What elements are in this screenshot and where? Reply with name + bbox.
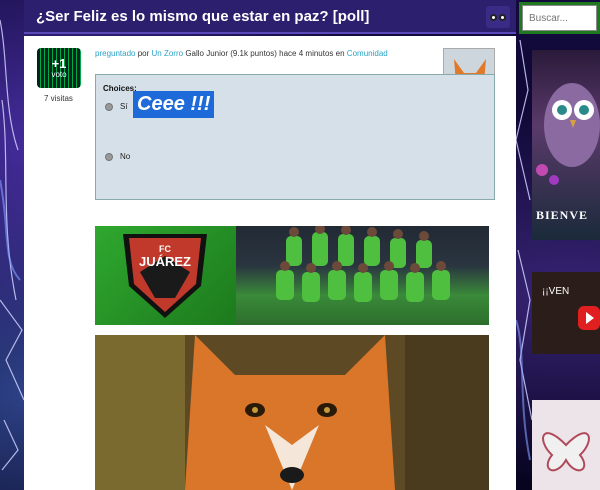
fc-juarez-banner[interactable]: FC JUÁREZ [95,226,489,325]
promo-ad[interactable]: ¡¡VEN [532,272,600,354]
radio-button[interactable] [105,152,113,161]
poll-option-si[interactable]: Sí [105,102,128,111]
search-input[interactable] [522,5,597,31]
right-sidebar: BIENVE ¡¡VEN [532,50,600,490]
welcome-ad[interactable]: BIENVE [532,50,600,240]
fc-juarez-crest-icon: FC JUÁREZ [123,234,207,318]
asked-link[interactable]: preguntado [95,49,135,58]
owl-illustration-icon [536,83,600,185]
in-label: en [335,49,345,58]
butterfly-icon [542,432,590,472]
search-box [519,2,600,34]
radio-button[interactable] [105,102,113,111]
question-header: ¿Ser Feliz es lo mismo que estar en paz?… [24,0,516,34]
team-photo [236,226,489,325]
question-panel: +1 voto 7 visitas preguntado por Un Zorr… [24,36,516,490]
vote-label: voto [51,70,67,79]
crest-area: FC JUÁREZ [95,226,236,325]
by-label: por [137,49,150,58]
poll-heading: Choices: [103,84,137,93]
poll-option-label: Sí [120,102,128,111]
page-title: ¿Ser Feliz es lo mismo que estar en paz?… [36,7,370,25]
time-ago: hace 4 minutos [279,49,334,58]
ceee-sticker: Ceee !!! [133,91,215,118]
crest-fc: FC [159,244,171,254]
play-icon [578,306,600,330]
poll-option-no[interactable]: No [105,152,130,161]
poll-box: Choices: Sí Ceee !!! No [95,74,495,200]
crest-name: JUÁREZ [139,254,191,269]
author-link[interactable]: Un Zorro [152,49,184,58]
owl-icon[interactable] [486,6,510,28]
category-link[interactable]: Comunidad [347,49,388,58]
fox-photo [95,335,489,490]
welcome-ad-text: BIENVE [536,208,589,222]
author-rank: Gallo Junior (9.1k puntos) [185,49,277,58]
butterfly-ad[interactable] [532,400,600,490]
visits-count: 7 visitas [44,94,73,103]
vote-count: +1 [51,56,67,71]
question-meta: preguntado por Un Zorro Gallo Junior (9.… [95,49,388,58]
poll-option-label: No [120,152,131,161]
vote-badge[interactable]: +1 voto [37,48,81,88]
